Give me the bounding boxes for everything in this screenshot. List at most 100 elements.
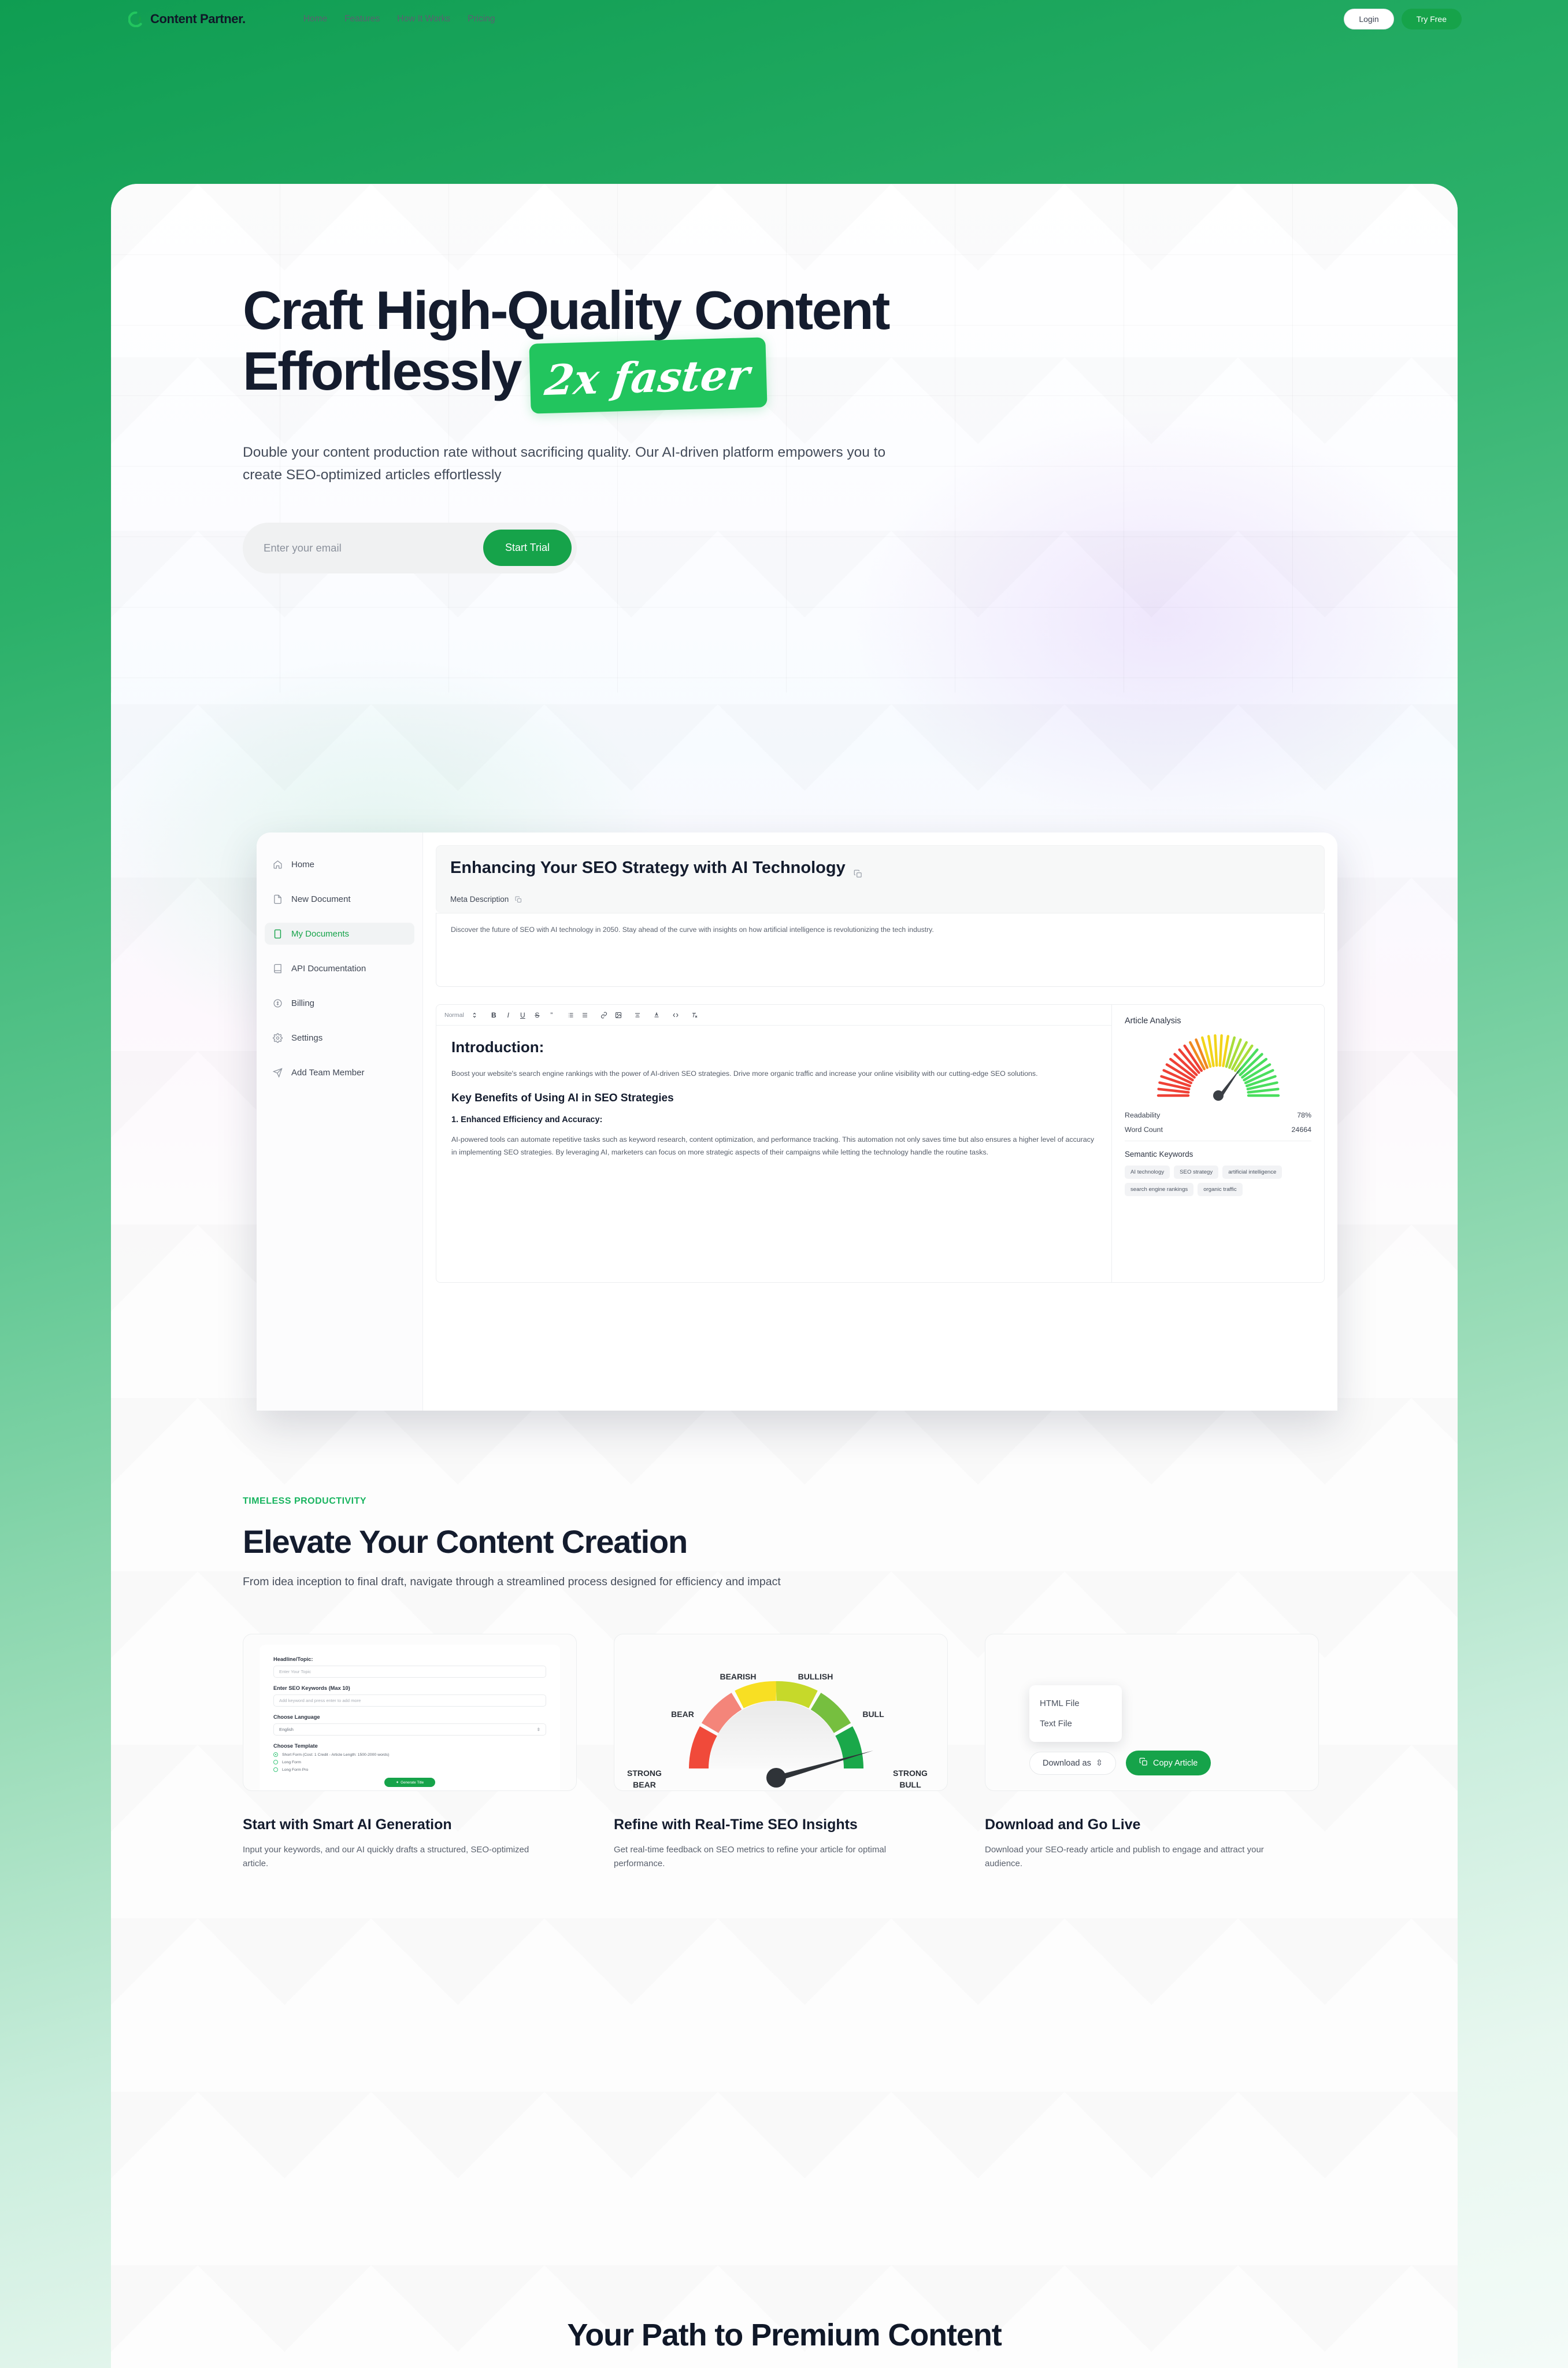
gauge-label-bearish: BEARISH [720,1672,756,1681]
template-option-label: Long Form Pro [282,1767,309,1772]
gauge-label-strong-bear2: BEAR [633,1780,656,1789]
path-section: Your Path to Premium Content Follow thes… [111,2317,1458,2368]
template-option-short-form[interactable]: Short Form (Cost: 1 Credit - Article Len… [273,1752,546,1757]
keyword-chip[interactable]: artificial intelligence [1222,1166,1282,1179]
semantic-keywords-title: Semantic Keywords [1125,1150,1193,1159]
headline-topic-input[interactable]: Enter Your Topic [273,1666,546,1678]
ordered-list-icon[interactable] [564,1008,578,1022]
email-field[interactable] [243,541,483,554]
sidebar-item-label: API Documentation [291,963,366,974]
editor-body[interactable]: Introduction: Boost your website's searc… [436,1026,1111,1183]
align-icon[interactable] [631,1008,645,1022]
keyword-chip[interactable]: search engine rankings [1125,1183,1194,1196]
generate-title-button[interactable]: ✦ Generate Title [384,1778,435,1787]
keyword-chip[interactable]: AI technology [1125,1166,1170,1179]
copy-article-label: Copy Article [1152,1758,1198,1768]
features-eyebrow: TIMELESS PRODUCTIVITY [243,1496,367,1506]
code-icon[interactable] [669,1008,683,1022]
editor-toolbar: Normal B I U S ” [436,1005,1111,1026]
sidebar-item-api-documentation[interactable]: API Documentation [265,957,414,979]
top-navbar: Content Partner. Home Features How It Wo… [0,0,1568,38]
editor-heading-3: 1. Enhanced Efficiency and Accuracy: [451,1115,603,1125]
text-color-icon[interactable] [650,1008,664,1022]
sidebar-item-add-team-member[interactable]: Add Team Member [265,1061,414,1083]
language-select[interactable]: English ⇳ [273,1723,546,1736]
sidebar-item-label: My Documents [291,928,350,939]
rich-text-editor: Normal B I U S ” Introduction: Boost you… [436,1004,1112,1283]
sidebar-item-settings[interactable]: Settings [265,1027,414,1049]
nav-link-how-it-works[interactable]: How It Works [397,14,450,24]
hero-section: Craft High-Quality Content Effortlessly 2… [111,222,1458,574]
meta-description-label-row: Meta Description [450,895,1310,904]
language-label: Choose Language [273,1714,320,1720]
gauge-label-strong-bull2: BULL [899,1780,921,1789]
editor-heading-1: Introduction: [451,1038,544,1056]
send-icon [273,1067,283,1078]
strikethrough-icon[interactable]: S [530,1008,544,1022]
template-option-label: Short Form (Cost: 1 Credit - Article Len… [282,1752,390,1757]
chevron-updown-icon[interactable] [468,1008,482,1022]
nav-link-home[interactable]: Home [303,14,327,24]
sidebar-item-home[interactable]: Home [265,853,414,875]
gauge-label-bear: BEAR [671,1710,694,1719]
brand-logo[interactable]: Content Partner. [128,11,246,27]
sparkle-icon: ✦ [395,1781,399,1785]
bold-icon[interactable]: B [487,1008,501,1022]
feature-captions: Start with Smart AI Generation Input you… [243,1799,1458,1871]
editor-heading-2: Key Benefits of Using AI in SEO Strategi… [451,1092,674,1105]
bullet-list-icon[interactable] [578,1008,592,1022]
feature-caption-3: Download and Go Live Download your SEO-r… [985,1799,1319,1871]
clear-format-icon[interactable] [688,1008,702,1022]
seo-keywords-input[interactable]: Add keyword and press enter to add more [273,1694,546,1707]
template-option-long-form-pro[interactable]: Long Form Pro [273,1767,546,1772]
format-dropdown[interactable]: Normal [444,1012,464,1019]
dropdown-item-text-file[interactable]: Text File [1029,1714,1122,1734]
try-free-button[interactable]: Try Free [1401,9,1462,29]
template-option-long-form[interactable]: Long Form [273,1760,546,1764]
sidebar-item-label: Settings [291,1033,323,1043]
nav-links: Home Features How It Works Pricing [303,14,495,24]
nav-link-features[interactable]: Features [344,14,380,24]
feature-card-generation: Headline/Topic: Enter Your Topic Enter S… [243,1634,577,1791]
editor-paragraph-2: AI-powered tools can automate repetitive… [451,1135,1095,1156]
dropdown-item-html-file[interactable]: HTML File [1029,1693,1122,1714]
editor-and-analysis: Normal B I U S ” Introduction: Boost you… [436,1004,1325,1283]
wordcount-label: Word Count [1125,1126,1163,1134]
sidebar-item-new-document[interactable]: New Document [265,888,414,910]
italic-icon[interactable]: I [501,1008,516,1022]
seo-keywords-label: Enter SEO Keywords (Max 10) [273,1685,350,1691]
hero-highlight: 2x faster [529,337,768,415]
meta-description-textarea[interactable]: Discover the future of SEO with AI techn… [436,913,1325,987]
sidebar-item-billing[interactable]: Billing [265,992,414,1014]
keyword-chip[interactable]: SEO strategy [1174,1166,1219,1179]
login-button[interactable]: Login [1344,9,1394,29]
article-analysis-title: Article Analysis [1125,1016,1181,1026]
copy-icon[interactable] [515,896,522,903]
radio-icon [273,1752,278,1757]
blockquote-icon[interactable]: ” [544,1008,559,1022]
meta-description-label: Meta Description [450,895,509,904]
feature-caption-1: Start with Smart AI Generation Input you… [243,1799,577,1871]
gauge-label-strong-bear: STRONG [627,1768,662,1778]
keyword-chip[interactable]: organic traffic [1198,1183,1243,1196]
sentiment-gauge-chart: BEARISH BULLISH BEAR BULL STRONG BEAR ST… [627,1672,928,1789]
mockup-main: Enhancing Your SEO Strategy with AI Tech… [423,832,1337,1411]
image-icon[interactable] [611,1008,626,1022]
copy-article-button[interactable]: Copy Article [1125,1751,1211,1775]
sidebar-item-my-documents[interactable]: My Documents [265,923,414,945]
template-label: Choose Template [273,1743,318,1749]
feature-card-seo-insights: BEARISH BULLISH BEAR BULL STRONG BEAR ST… [614,1634,948,1791]
wordcount-stat-row: Word Count 24664 [1125,1126,1311,1134]
document-title: Enhancing Your SEO Strategy with AI Tech… [450,859,846,877]
nav-link-pricing[interactable]: Pricing [468,14,495,24]
radio-icon [273,1767,278,1772]
article-analysis-panel: Article Analysis {} Readability [1112,1004,1325,1283]
copy-icon[interactable] [854,864,862,878]
features-section: TIMELESS PRODUCTIVITY Elevate Your Conte… [111,1496,1458,1871]
download-as-select[interactable]: Download as ⇳ [1029,1751,1116,1775]
caption-title: Start with Smart AI Generation [243,1816,452,1833]
start-trial-button[interactable]: Start Trial [483,530,572,567]
link-icon[interactable] [597,1008,611,1022]
underline-icon[interactable]: U [516,1008,530,1022]
features-subtitle: From idea inception to final draft, navi… [243,1575,781,1588]
